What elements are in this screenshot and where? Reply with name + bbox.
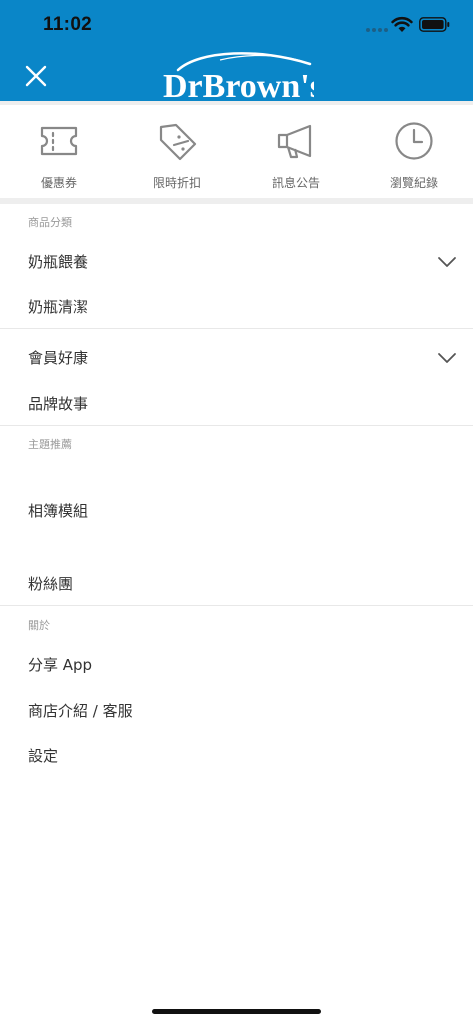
menu-item-brand-story[interactable]: 品牌故事 [28, 393, 88, 414]
chevron-down-icon[interactable] [437, 352, 457, 364]
tag-discount-icon [159, 123, 197, 161]
quick-links-row: 優惠券 限時折扣 訊息公告 瀏覽紀錄 [0, 101, 473, 198]
status-time: 11:02 [43, 14, 93, 35]
megaphone-icon [277, 124, 312, 159]
battery-icon [419, 17, 450, 32]
quick-link-announcements[interactable]: 訊息公告 [251, 119, 341, 191]
quick-link-label: 限時折扣 [152, 176, 201, 190]
quick-link-flash-sale[interactable]: 限時折扣 [132, 119, 222, 191]
section-divider [0, 198, 473, 204]
close-icon[interactable] [22, 62, 50, 90]
menu-item-bottle-cleaning[interactable]: 奶瓶清潔 [28, 296, 88, 317]
cellular-signal-icon [366, 28, 388, 32]
menu-item-store-info[interactable]: 商店介紹 / 客服 [28, 700, 133, 721]
brand-logo: DrBrown's [163, 52, 314, 100]
quick-link-coupons[interactable]: 優惠券 [14, 119, 104, 191]
menu-item-album[interactable]: 相簿模組 [28, 500, 88, 521]
quick-link-label: 訊息公告 [271, 176, 320, 190]
quick-link-label: 瀏覽紀錄 [389, 176, 438, 190]
wifi-icon [391, 16, 413, 32]
menu-item-fan-page[interactable]: 粉絲團 [28, 573, 73, 594]
divider [0, 328, 473, 329]
quick-link-history[interactable]: 瀏覽紀錄 [369, 119, 459, 191]
menu-item-share-app[interactable]: 分享 App [28, 654, 92, 675]
menu-item-settings[interactable]: 設定 [28, 745, 58, 766]
app-header: 11:02 DrBrown's [0, 0, 473, 101]
divider [0, 605, 473, 606]
quick-link-label: 優惠券 [40, 176, 77, 190]
ticket-icon [40, 126, 78, 156]
home-indicator [152, 1009, 321, 1014]
menu-item-bottle-feeding[interactable]: 奶瓶餵養 [28, 251, 88, 272]
section-title-categories: 商品分類 [28, 216, 72, 229]
section-title-about: 關於 [28, 619, 50, 632]
clock-icon [395, 122, 433, 160]
divider [0, 425, 473, 426]
section-title-themes: 主題推薦 [28, 438, 72, 451]
chevron-down-icon[interactable] [437, 256, 457, 268]
logo-text: DrBrown's [163, 68, 314, 100]
menu-item-member-offers[interactable]: 會員好康 [28, 347, 88, 368]
